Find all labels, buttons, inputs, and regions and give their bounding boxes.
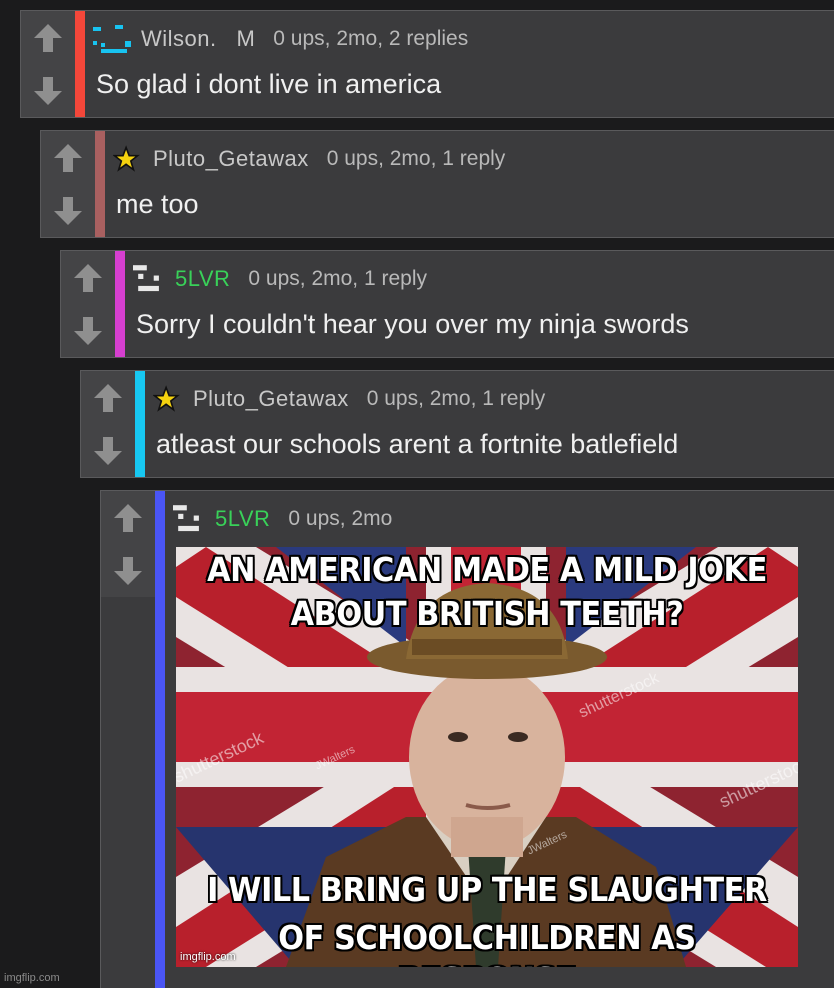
vote-controls: [21, 11, 76, 117]
comment-meta: 0 ups, 2mo, 1 reply: [248, 267, 427, 290]
upvote-button[interactable]: [61, 251, 115, 305]
vote-controls: [41, 131, 96, 237]
arrow-down-icon: [94, 436, 122, 465]
comment-meta: 0 ups, 2mo, 1 reply: [326, 147, 506, 170]
star-avatar[interactable]: [113, 143, 149, 175]
username-link[interactable]: Wilson. M: [141, 26, 255, 52]
username-link[interactable]: Pluto_Getawax: [193, 386, 349, 412]
arrow-up-icon: [74, 263, 102, 292]
comment-meta: 0 ups, 2mo: [288, 507, 393, 530]
thread-stripe: [155, 491, 165, 988]
thread-stripe: [115, 251, 125, 357]
vote-controls: [81, 371, 136, 477]
upvote-button[interactable]: [41, 131, 95, 185]
vote-controls: [101, 491, 156, 597]
comment: 5LVR 0 ups, 2mo, 1 reply Sorry I couldn'…: [60, 250, 834, 358]
username-link[interactable]: 5LVR: [215, 506, 270, 532]
upvote-button[interactable]: [81, 371, 135, 425]
meme-top-text-line1: AN AMERICAN MADE A MILD JOKE: [207, 550, 767, 589]
meme-bottom-text-line1: I WILL BRING UP THE SLAUGHTER: [207, 870, 767, 909]
comment-text: atleast our schools arent a fortnite bat…: [156, 429, 679, 459]
comment-text: me too: [116, 189, 199, 219]
comment-text: So glad i dont live in america: [96, 69, 442, 99]
cyan-face-avatar[interactable]: [93, 23, 137, 55]
upvote-button[interactable]: [21, 11, 75, 65]
pixel-face-avatar[interactable]: [133, 263, 171, 295]
comment-header: Pluto_Getawax 0 ups, 2mo, 1 reply: [113, 143, 505, 175]
star-avatar[interactable]: [153, 383, 189, 415]
meme-bottom-text-line2: OF SCHOOLCHILDREN AS RESPONSE: [278, 918, 696, 967]
comment: Pluto_Getawax 0 ups, 2mo, 1 reply atleas…: [80, 370, 834, 478]
downvote-button[interactable]: [81, 424, 135, 477]
arrow-down-icon: [54, 196, 82, 225]
arrow-up-icon: [94, 383, 122, 412]
meme-image[interactable]: shutterstock shutterstock shutterstock J…: [176, 547, 798, 967]
arrow-up-icon: [34, 23, 62, 52]
comment-header: 5LVR 0 ups, 2mo, 1 reply: [133, 263, 427, 295]
comment-header: 5LVR 0 ups, 2mo: [173, 503, 392, 535]
comment-meta: 0 ups, 2mo, 1 reply: [366, 387, 546, 410]
downvote-button[interactable]: [101, 544, 155, 597]
comment-text: Sorry I couldn't hear you over my ninja …: [136, 309, 689, 339]
meme-top-text-line2: ABOUT BRITISH TEETH?: [290, 594, 684, 633]
thread-stripe: [135, 371, 145, 477]
comment: Pluto_Getawax 0 ups, 2mo, 1 reply me too: [40, 130, 834, 238]
downvote-button[interactable]: [41, 184, 95, 237]
arrow-up-icon: [114, 503, 142, 532]
arrow-down-icon: [34, 76, 62, 105]
vote-controls: [61, 251, 116, 357]
meme-credit: imgflip.com: [180, 951, 236, 963]
comment: Wilson. M 0 ups, 2mo, 2 replies So glad …: [20, 10, 834, 118]
username-link[interactable]: Pluto_Getawax: [153, 146, 309, 172]
arrow-down-icon: [74, 316, 102, 345]
username-link[interactable]: 5LVR: [175, 266, 230, 292]
thread-stripe: [95, 131, 105, 237]
arrow-down-icon: [114, 556, 142, 585]
comment-meta: 0 ups, 2mo, 2 replies: [273, 27, 469, 50]
upvote-button[interactable]: [101, 491, 155, 545]
downvote-button[interactable]: [61, 304, 115, 357]
site-watermark: imgflip.com: [4, 972, 60, 984]
thread-stripe: [75, 11, 85, 117]
pixel-face-avatar[interactable]: [173, 503, 211, 535]
comment-header: Pluto_Getawax 0 ups, 2mo, 1 reply: [153, 383, 545, 415]
downvote-button[interactable]: [21, 64, 75, 117]
comment-header: Wilson. M 0 ups, 2mo, 2 replies: [93, 23, 468, 55]
comment: 5LVR 0 ups, 2mo shutterstock shutterstoc…: [100, 490, 834, 988]
arrow-up-icon: [54, 143, 82, 172]
